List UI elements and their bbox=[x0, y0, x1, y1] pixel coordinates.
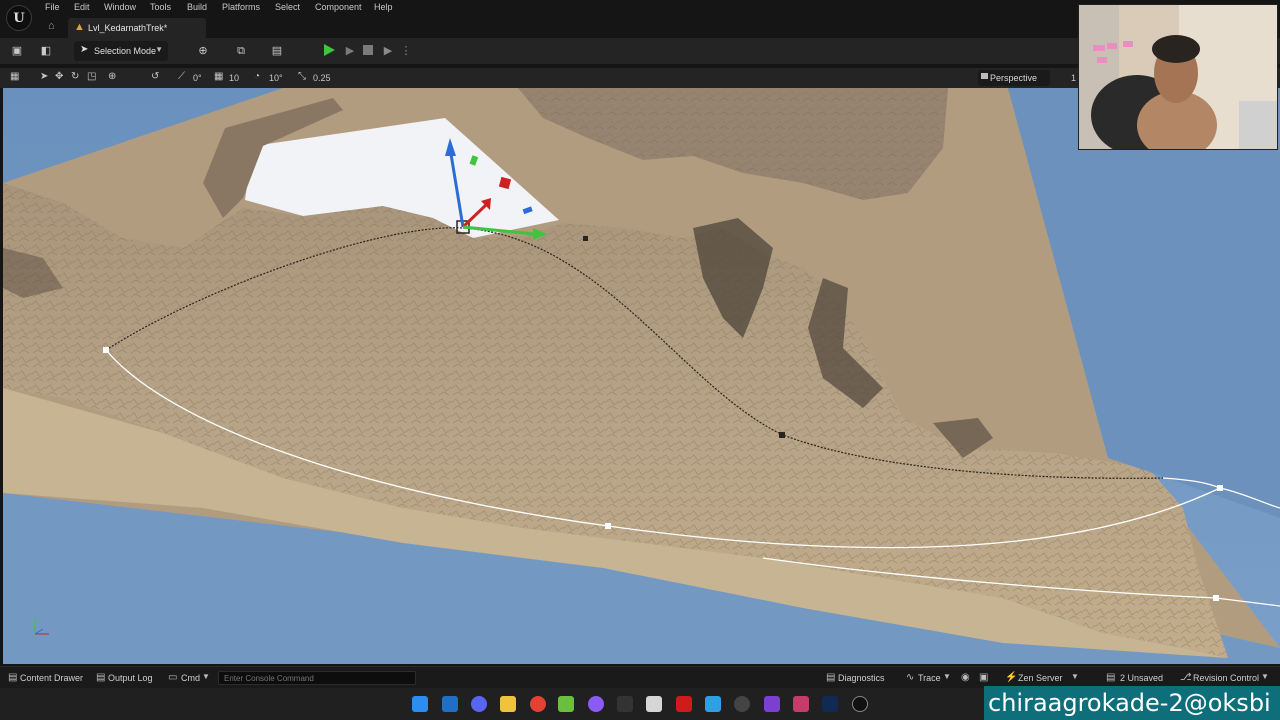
menu-component[interactable]: Component bbox=[315, 2, 362, 12]
revision-control-dropdown[interactable]: Revision Control bbox=[1193, 673, 1259, 683]
console-command-input[interactable] bbox=[218, 671, 416, 685]
discord-icon[interactable] bbox=[471, 696, 487, 712]
cinematics-icon[interactable]: ▤ bbox=[270, 44, 284, 58]
unsaved-icon: ▤ bbox=[1106, 672, 1116, 683]
chevron-down-icon: ▼ bbox=[943, 672, 951, 681]
select-tool-icon[interactable]: ➤ bbox=[40, 71, 48, 82]
angle-snap-value[interactable]: 10° bbox=[269, 73, 283, 83]
zen-server-dropdown[interactable]: Zen Server bbox=[1018, 673, 1063, 683]
chevron-down-icon: ▼ bbox=[155, 45, 163, 54]
step-icon[interactable]: ▶ bbox=[343, 44, 357, 58]
rotate-tool-icon[interactable]: ↻ bbox=[71, 71, 79, 82]
menu-file[interactable]: File bbox=[45, 2, 60, 12]
notepad-icon[interactable] bbox=[558, 696, 574, 712]
revision-control-icon: ⎇ bbox=[1180, 672, 1192, 683]
obs-icon[interactable] bbox=[734, 696, 750, 712]
chrome-icon[interactable] bbox=[530, 696, 546, 712]
chevron-down-icon: ▼ bbox=[1071, 672, 1079, 681]
vscode-icon[interactable] bbox=[705, 696, 721, 712]
home-icon[interactable]: ⌂ bbox=[48, 20, 62, 34]
record-icon[interactable]: ◉ bbox=[961, 672, 970, 683]
output-log-icon: ▤ bbox=[96, 672, 106, 683]
selection-mode-dropdown[interactable]: ➤ Selection Mode ▼ bbox=[74, 41, 168, 61]
angle-snap-icon[interactable]: ◔ bbox=[254, 71, 260, 82]
perspective-dropdown[interactable]: Perspective bbox=[978, 70, 1050, 86]
play-button[interactable] bbox=[324, 44, 335, 56]
translate-tool-icon[interactable]: ✥ bbox=[55, 71, 63, 82]
level-viewport[interactable] bbox=[3, 88, 1280, 664]
menu-select[interactable]: Select bbox=[275, 2, 300, 12]
viewport-scene bbox=[3, 88, 1280, 664]
rotation-snap-value[interactable]: 0° bbox=[193, 73, 202, 83]
chevron-down-icon: ▼ bbox=[1261, 672, 1269, 681]
zen-server-icon: ⚡ bbox=[1005, 672, 1018, 683]
rotation-snap-icon[interactable]: ⟋ bbox=[178, 71, 185, 82]
menu-help[interactable]: Help bbox=[374, 2, 393, 12]
level-icon: ▲ bbox=[74, 21, 85, 33]
cursor-icon: ➤ bbox=[80, 44, 89, 55]
spline-point bbox=[1217, 485, 1223, 491]
world-local-icon[interactable]: ⊕ bbox=[108, 71, 116, 82]
save-icon[interactable]: ▣ bbox=[10, 44, 24, 58]
camera-icon bbox=[981, 73, 988, 79]
terminal-icon: ▭ bbox=[168, 672, 178, 683]
scale-snap-icon[interactable]: ⤡ bbox=[298, 71, 306, 82]
payment-handle-overlay: chiraagrokade-2@oksbi bbox=[984, 686, 1280, 720]
app2-icon[interactable] bbox=[793, 696, 809, 712]
terminal-app-icon[interactable] bbox=[617, 696, 633, 712]
menu-build[interactable]: Build bbox=[187, 2, 207, 12]
trace-icon: ∿ bbox=[906, 672, 915, 683]
viewport-options-icon[interactable]: ▦ bbox=[10, 71, 19, 82]
cmd-dropdown[interactable]: Cmd bbox=[181, 673, 200, 683]
app-icon[interactable] bbox=[646, 696, 662, 712]
menu-platforms[interactable]: Platforms bbox=[222, 2, 260, 12]
output-log-button[interactable]: Output Log bbox=[108, 673, 153, 683]
spline-point bbox=[103, 347, 109, 353]
folder-icon[interactable] bbox=[500, 696, 516, 712]
viewport-extra-label: 1 bbox=[1071, 73, 1077, 83]
content-drawer-button[interactable]: Content Drawer bbox=[20, 673, 83, 683]
grid-snap-value[interactable]: 10 bbox=[229, 73, 239, 83]
windows-start-icon[interactable] bbox=[412, 696, 428, 712]
surface-snap-icon[interactable]: ↺ bbox=[151, 71, 159, 82]
grid-snap-icon[interactable]: ▦ bbox=[214, 71, 223, 82]
tab-level-label: Lvl_KedarnathTrek* bbox=[88, 23, 168, 33]
menu-tools[interactable]: Tools bbox=[150, 2, 171, 12]
source-control-icon[interactable]: ◧ bbox=[39, 44, 53, 58]
visual-studio-icon[interactable] bbox=[764, 696, 780, 712]
spline-point bbox=[605, 523, 611, 529]
unreal-taskbar-icon[interactable] bbox=[852, 696, 868, 712]
screenshot-icon[interactable]: ▣ bbox=[979, 672, 988, 683]
tab-level[interactable]: ▲ Lvl_KedarnathTrek* bbox=[68, 18, 206, 38]
netflix-icon[interactable] bbox=[676, 696, 692, 712]
diagnostics-icon: ▤ bbox=[826, 672, 836, 683]
blueprint-icon[interactable]: ⧉ bbox=[234, 44, 248, 58]
unsaved-button[interactable]: 2 Unsaved bbox=[1120, 673, 1163, 683]
menu-edit[interactable]: Edit bbox=[74, 2, 90, 12]
add-actor-icon[interactable]: ⊕ bbox=[196, 44, 210, 58]
unreal-logo-icon[interactable]: U bbox=[6, 5, 32, 31]
github-icon[interactable] bbox=[588, 696, 604, 712]
spline-point bbox=[779, 432, 785, 438]
webcam-feed bbox=[1079, 5, 1277, 149]
scale-snap-value[interactable]: 0.25 bbox=[313, 73, 331, 83]
chevron-down-icon: ▼ bbox=[202, 672, 210, 681]
spline-point bbox=[583, 236, 588, 241]
webcam-overlay bbox=[1078, 4, 1278, 150]
stop-icon[interactable] bbox=[363, 45, 373, 55]
diagnostics-button[interactable]: Diagnostics bbox=[838, 673, 885, 683]
selection-mode-label: Selection Mode bbox=[94, 46, 157, 56]
edge-icon[interactable] bbox=[442, 696, 458, 712]
spline-point bbox=[1213, 595, 1219, 601]
scale-tool-icon[interactable]: ◳ bbox=[87, 71, 96, 82]
photoshop-icon[interactable] bbox=[822, 696, 838, 712]
eject-icon[interactable]: ▶ bbox=[381, 44, 395, 58]
menu-window[interactable]: Window bbox=[104, 2, 136, 12]
content-drawer-icon: ▤ bbox=[8, 672, 18, 683]
perspective-label: Perspective bbox=[990, 73, 1038, 83]
trace-dropdown[interactable]: Trace bbox=[918, 673, 941, 683]
status-bar: ▤ Content Drawer ▤ Output Log ▭ Cmd ▼ ▤ … bbox=[0, 666, 1280, 688]
more-options-icon[interactable]: ⋮ bbox=[399, 44, 413, 58]
